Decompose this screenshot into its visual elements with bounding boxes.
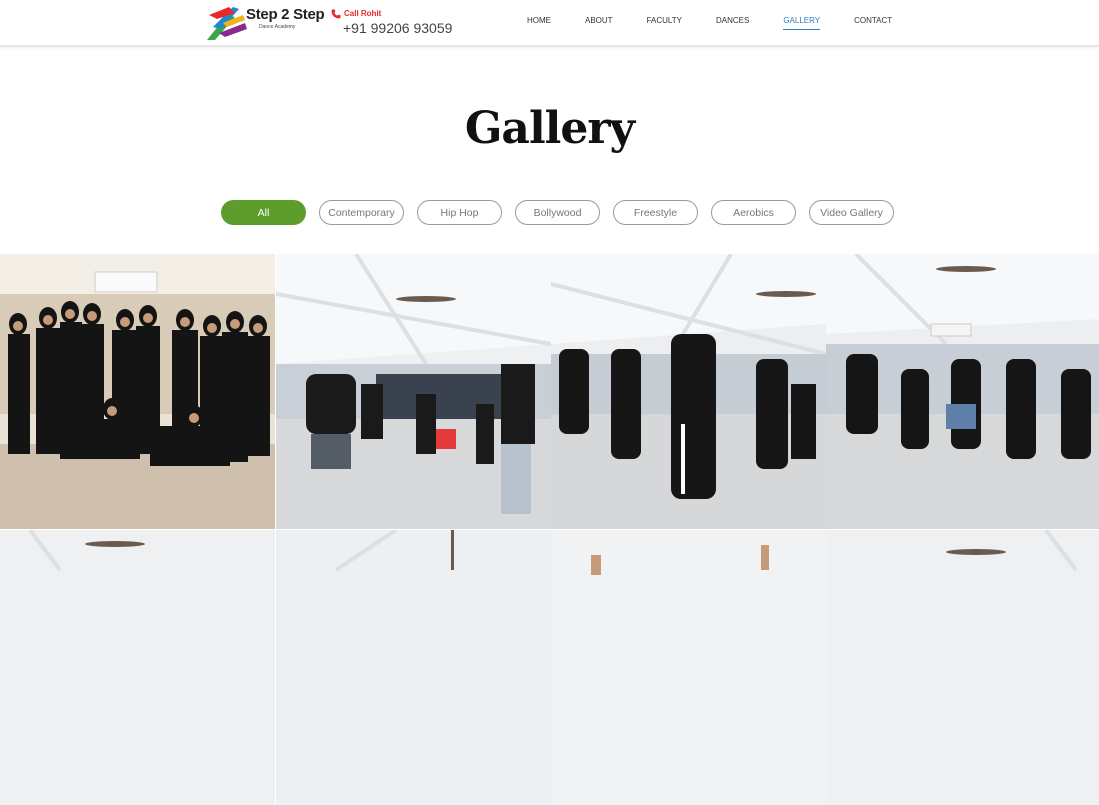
gallery-photo-class-2[interactable] <box>551 254 826 529</box>
studio-photo-image <box>826 530 1099 805</box>
nav-dances[interactable]: DANCES <box>716 16 749 30</box>
studio-photo-image <box>551 530 826 805</box>
logo[interactable]: Step 2 Step Dance Academy <box>205 3 325 41</box>
gallery-photo-studio-3[interactable] <box>551 530 826 805</box>
gallery-photo-class-1[interactable] <box>276 254 551 529</box>
class-photo-image <box>276 254 551 529</box>
filter-aerobics[interactable]: Aerobics <box>711 200 796 225</box>
brand-subtitle: Dance Academy <box>259 24 296 30</box>
nav-contact[interactable]: CONTACT <box>854 16 892 30</box>
filter-all[interactable]: All <box>221 200 306 225</box>
page-title: Gallery <box>464 103 635 154</box>
main-nav: HOME ABOUT FACULTY DANCES GALLERY CONTAC… <box>527 16 926 30</box>
gallery-filters: All Contemporary Hip Hop Bollywood Frees… <box>221 200 907 225</box>
gallery-photo-class-3[interactable] <box>826 254 1099 529</box>
filter-contemporary[interactable]: Contemporary <box>319 200 404 225</box>
gallery-photo-studio-4[interactable] <box>826 530 1099 805</box>
gallery-photo-group[interactable] <box>0 254 275 529</box>
class-photo-image <box>826 254 1099 529</box>
nav-faculty[interactable]: FACULTY <box>647 16 682 30</box>
filter-video-gallery[interactable]: Video Gallery <box>809 200 894 225</box>
group-photo-image <box>0 254 275 529</box>
studio-photo-image <box>0 530 275 805</box>
phone-number[interactable]: +91 99206 93059 <box>343 20 452 36</box>
filter-freestyle[interactable]: Freestyle <box>613 200 698 225</box>
site-header: Step 2 Step Dance Academy Call Rohit +91… <box>0 0 1099 47</box>
call-label: Call Rohit <box>344 9 382 18</box>
filter-bollywood[interactable]: Bollywood <box>515 200 600 225</box>
gallery-photo-studio-1[interactable] <box>0 530 275 805</box>
nav-about[interactable]: ABOUT <box>585 16 613 30</box>
gallery-photo-studio-2[interactable] <box>276 530 551 805</box>
logo-mark-icon <box>207 7 247 40</box>
nav-home[interactable]: HOME <box>527 16 551 30</box>
class-photo-image <box>551 254 826 529</box>
phone-icon <box>331 9 341 19</box>
studio-photo-image <box>276 530 551 805</box>
filter-hip-hop[interactable]: Hip Hop <box>417 200 502 225</box>
nav-gallery[interactable]: GALLERY <box>783 16 821 30</box>
brand-name: Step 2 Step <box>246 6 325 23</box>
